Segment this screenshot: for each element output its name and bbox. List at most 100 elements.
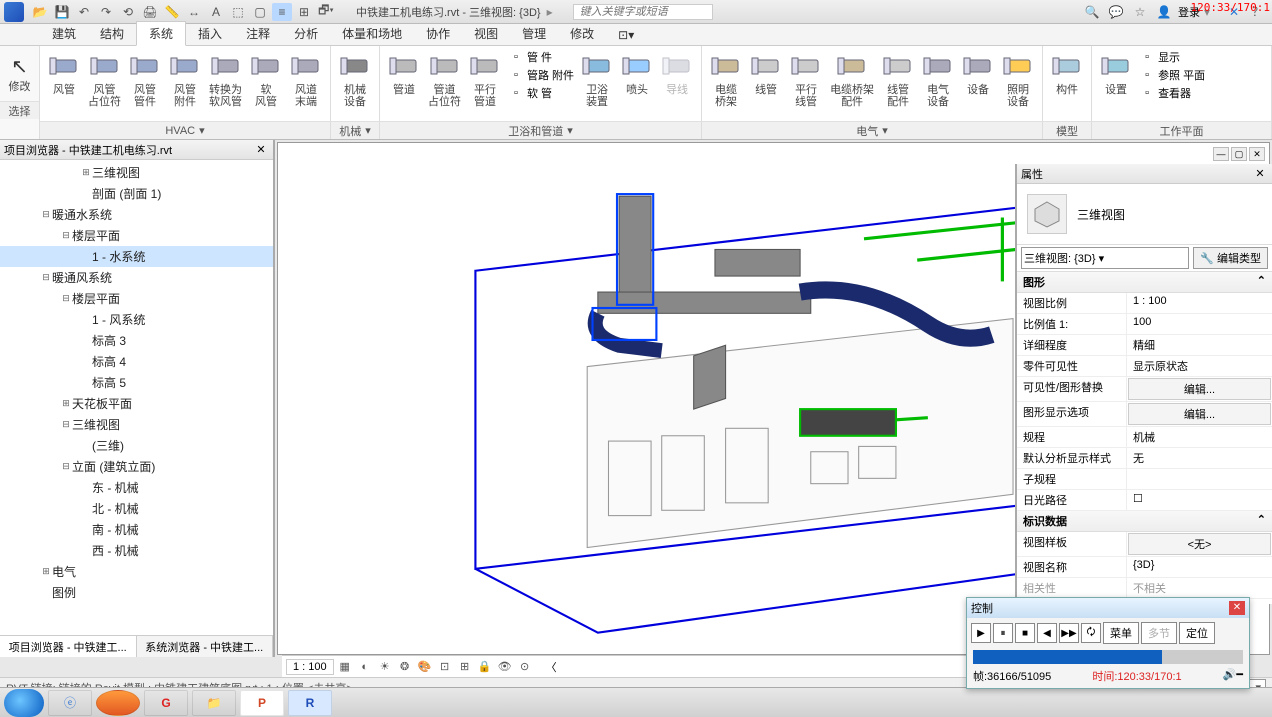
tree-node[interactable]: ⊟暖通水系统 — [0, 204, 273, 225]
tree-node[interactable]: 北 - 机械 — [0, 498, 273, 519]
modify-button[interactable]: ↖ 修改 — [0, 46, 39, 101]
prop-value[interactable]: <无> — [1128, 533, 1271, 555]
section-icon[interactable]: ▢ — [250, 3, 270, 21]
thin-icon[interactable]: ≡ — [272, 3, 292, 21]
duct-ph-button[interactable]: 风管 占位符 — [84, 48, 125, 110]
powerpoint-icon[interactable]: P — [240, 690, 284, 716]
dropdown-icon[interactable]: ▾ — [567, 124, 573, 137]
switch-icon[interactable]: 🗗▾ — [316, 3, 336, 21]
conduit-fit-button[interactable]: 线管 配件 — [878, 48, 918, 110]
start-button[interactable] — [4, 689, 44, 717]
locate-button[interactable]: 定位 — [1179, 622, 1215, 644]
crop-icon[interactable]: ⊡ — [436, 659, 454, 675]
duct-button[interactable]: 风管 — [44, 48, 84, 98]
comm-icon[interactable]: 💬 — [1106, 3, 1126, 21]
device-button[interactable]: 设备 — [958, 48, 998, 98]
tree-node[interactable]: 东 - 机械 — [0, 477, 273, 498]
expander-icon[interactable]: ⊞ — [60, 398, 72, 409]
prev-icon[interactable]: ◀ — [1037, 623, 1057, 643]
undo-icon[interactable]: ↶ — [74, 3, 94, 21]
pipe-button[interactable]: 管道 — [384, 48, 424, 98]
light-button[interactable]: 照明 设备 — [998, 48, 1038, 110]
expander-icon[interactable]: ⊟ — [60, 419, 72, 430]
pipe-acc-button[interactable]: ▫管路 附件 — [505, 66, 577, 84]
show-button[interactable]: ▫显示 — [1136, 48, 1208, 66]
flex-pipe-button[interactable]: ▫软 管 — [505, 84, 577, 102]
next-icon[interactable]: ▶▶ — [1059, 623, 1079, 643]
stop-icon[interactable]: ■ — [1015, 623, 1035, 643]
tab-annotate[interactable]: 注释 — [234, 22, 282, 45]
conduit-par-button[interactable]: 平行 线管 — [786, 48, 826, 110]
set-button[interactable]: 设置 — [1096, 48, 1136, 98]
lock-icon[interactable]: 🔒 — [476, 659, 494, 675]
minimize-view-icon[interactable]: — — [1213, 147, 1229, 161]
ie-icon[interactable]: ⓔ — [48, 690, 92, 716]
tree-node[interactable]: ⊟暖通风系统 — [0, 267, 273, 288]
tree-node[interactable]: 1 - 风系统 — [0, 309, 273, 330]
tree-node[interactable]: ⊞三维视图 — [0, 162, 273, 183]
search-input[interactable] — [573, 4, 713, 20]
dropdown-icon[interactable]: ▾ — [365, 124, 371, 137]
dim-icon[interactable]: ↔ — [184, 3, 204, 21]
redo-icon[interactable]: ↷ — [96, 3, 116, 21]
progress-slider[interactable] — [973, 650, 1243, 664]
foxit-icon[interactable]: G — [144, 690, 188, 716]
flex-conv-button[interactable]: 转换为 软风管 — [205, 48, 246, 110]
open-icon[interactable]: 📂 — [30, 3, 50, 21]
terminal-button[interactable]: 风道 末端 — [286, 48, 326, 110]
prop-value[interactable]: ☐ — [1127, 490, 1272, 510]
save-icon[interactable]: 💾 — [52, 3, 72, 21]
tree-node[interactable]: 剖面 (剖面 1) — [0, 183, 273, 204]
tab-collab[interactable]: 协作 — [414, 22, 462, 45]
tab-massing[interactable]: 体量和场地 — [330, 22, 414, 45]
tray-fit-button[interactable]: 电缆桥架 配件 — [826, 48, 878, 110]
prop-value[interactable]: 不相关 — [1127, 578, 1272, 598]
tree-node[interactable]: ⊟立面 (建筑立面) — [0, 456, 273, 477]
text-icon[interactable]: A — [206, 3, 226, 21]
firefox-icon[interactable] — [96, 690, 140, 716]
tab-manage[interactable]: 管理 — [510, 22, 558, 45]
prop-group-header[interactable]: 标识数据⌃ — [1017, 511, 1272, 532]
tree-node[interactable]: ⊟楼层平面 — [0, 225, 273, 246]
tab-analyze[interactable]: 分析 — [282, 22, 330, 45]
prop-value[interactable]: 编辑... — [1128, 378, 1271, 400]
close-icon[interactable]: ✕ — [1229, 601, 1245, 615]
expander-icon[interactable]: ⊟ — [40, 209, 52, 220]
prop-value[interactable] — [1127, 469, 1272, 489]
binoculars-icon[interactable]: 🔍 — [1082, 3, 1102, 21]
user-icon[interactable]: 👤 — [1154, 3, 1174, 21]
flex-button[interactable]: 软 风管 — [246, 48, 286, 110]
tree-node[interactable]: ⊞天花板平面 — [0, 393, 273, 414]
reveal-icon[interactable]: ⊙ — [516, 659, 534, 675]
prop-value[interactable]: 100 — [1127, 314, 1272, 334]
pause-icon[interactable]: ⏸ — [993, 623, 1013, 643]
comp-button[interactable]: 构件 — [1047, 48, 1087, 98]
volume-icon[interactable]: 🔊━ — [1223, 668, 1243, 684]
tree-node[interactable]: ⊞电气 — [0, 561, 273, 582]
tree-node[interactable]: 图例 — [0, 582, 273, 603]
expander-icon[interactable]: ⊟ — [60, 230, 72, 241]
tree-node[interactable]: (三维) — [0, 435, 273, 456]
duct-fit-button[interactable]: 风管 管件 — [125, 48, 165, 110]
maximize-view-icon[interactable]: ▢ — [1231, 147, 1247, 161]
close-inactive-icon[interactable]: ⊞ — [294, 3, 314, 21]
browser-tab-system[interactable]: 系统浏览器 - 中铁建工... — [137, 636, 274, 657]
project-tree[interactable]: ⊞三维视图剖面 (剖面 1)⊟暖通水系统⊟楼层平面1 - 水系统⊟暖通风系统⊟楼… — [0, 160, 273, 635]
dropdown-icon[interactable]: ▾ — [882, 124, 888, 137]
ref-button[interactable]: ▫参照 平面 — [1136, 66, 1208, 84]
pipe-ph-button[interactable]: 管道 占位符 — [424, 48, 465, 110]
tree-node[interactable]: 1 - 水系统 — [0, 246, 273, 267]
tree-node[interactable]: ⊟三维视图 — [0, 414, 273, 435]
temp-hide-icon[interactable]: 👁 — [496, 659, 514, 675]
expander-icon[interactable]: ⊞ — [40, 566, 52, 577]
prop-value[interactable]: 1 : 100 — [1127, 293, 1272, 313]
tab-view[interactable]: 视图 — [462, 22, 510, 45]
viewer-button[interactable]: ▫查看器 — [1136, 84, 1208, 102]
tab-modify[interactable]: 修改 — [558, 22, 606, 45]
tree-node[interactable]: ⊟楼层平面 — [0, 288, 273, 309]
3d-icon[interactable]: ⬚ — [228, 3, 248, 21]
tree-node[interactable]: 西 - 机械 — [0, 540, 273, 561]
explorer-icon[interactable]: 📁 — [192, 690, 236, 716]
sun-icon[interactable]: ☀ — [376, 659, 394, 675]
prop-value[interactable]: 显示原状态 — [1127, 356, 1272, 376]
